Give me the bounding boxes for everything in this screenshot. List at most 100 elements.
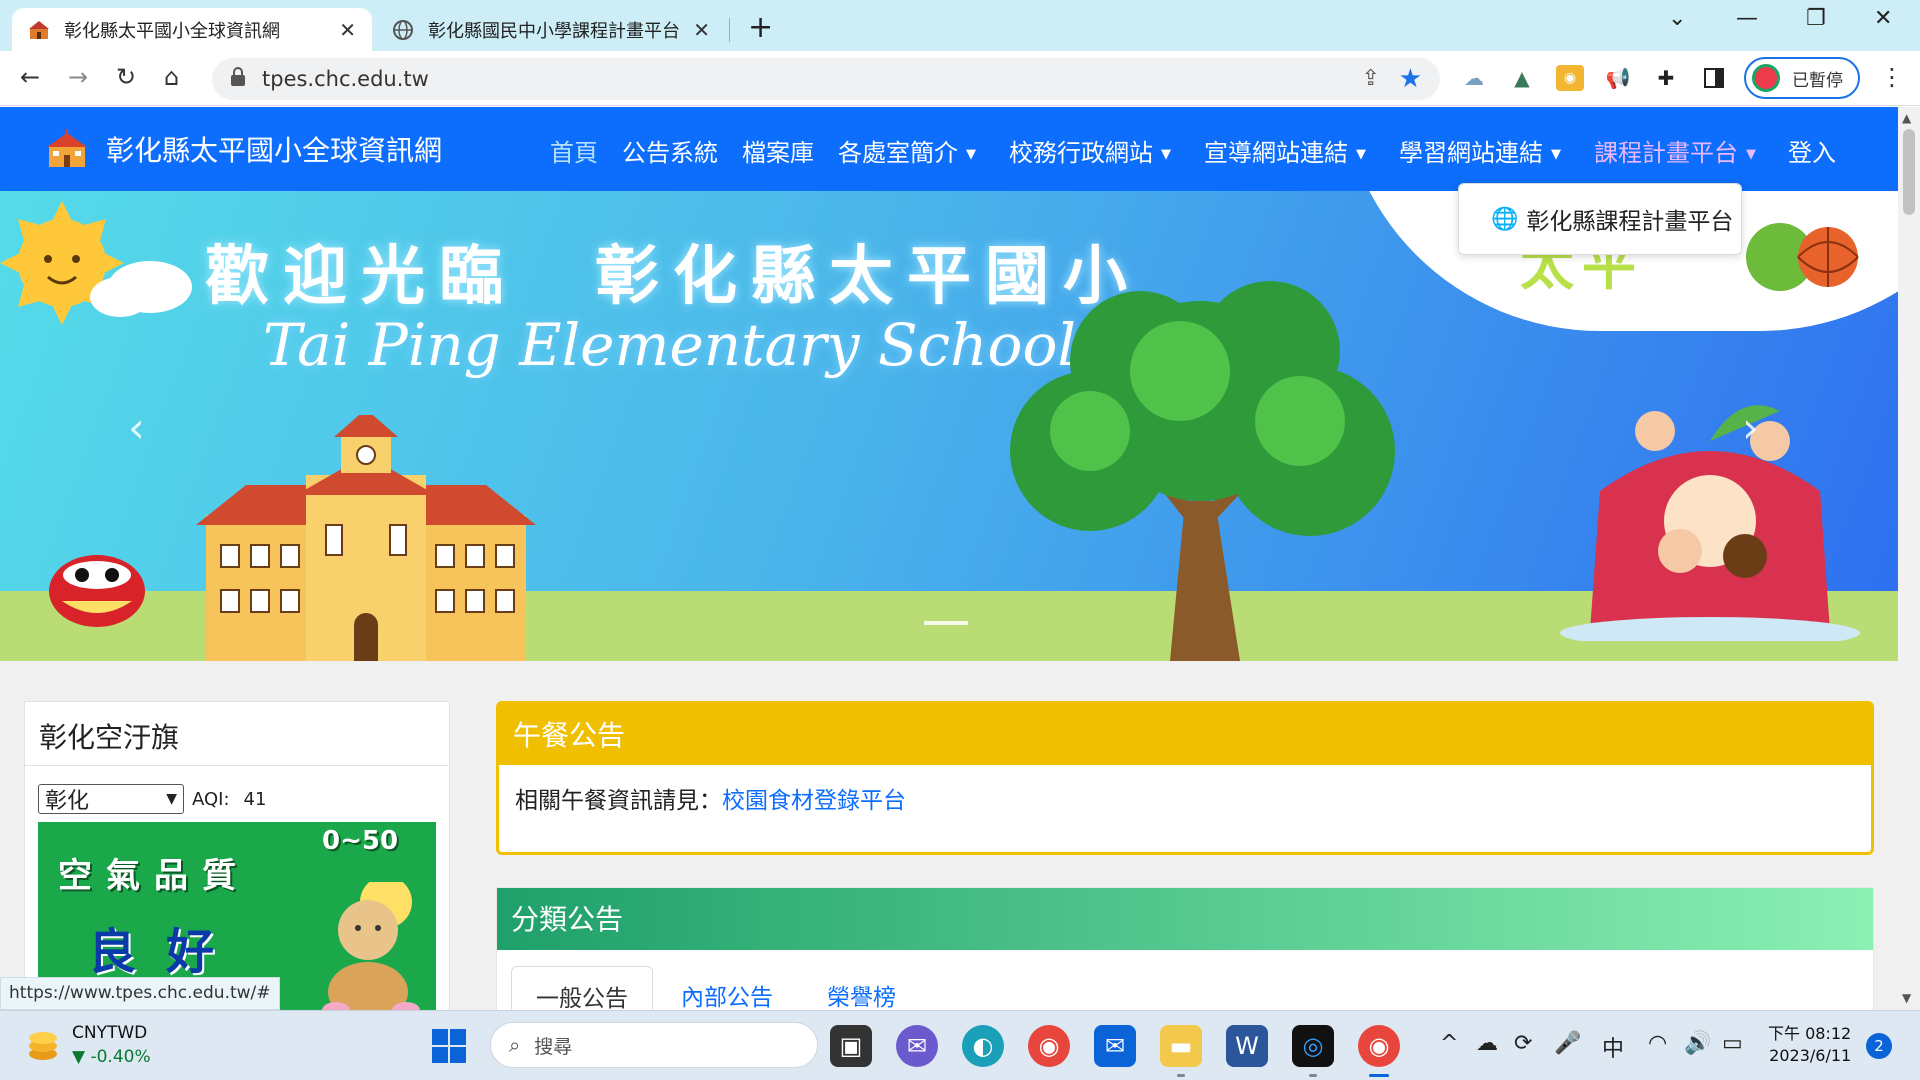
stock-widget[interactable]: CNYTWD ▼ -0.40% — [26, 1023, 151, 1067]
tab-title: 彰化縣國民中小學課程計畫平台 — [428, 20, 680, 42]
webex-app[interactable]: ◎ — [1292, 1025, 1334, 1077]
stock-change-value: -0.40% — [90, 1047, 151, 1067]
carousel-next-icon[interactable]: › — [1742, 403, 1759, 452]
tab-curriculum-platform[interactable]: 彰化縣國民中小學課程計畫平台 ✕ — [376, 8, 726, 51]
address-bar[interactable]: tpes.chc.edu.tw ⇪ ★ — [212, 58, 1440, 100]
stock-change: ▼ -0.40% — [72, 1047, 151, 1067]
chrome-app[interactable]: ◉ — [1028, 1025, 1070, 1067]
kids-apple-house-illustration — [1560, 405, 1860, 641]
nav-admin-sites[interactable]: 校務行政網站 ▼ — [1009, 133, 1171, 168]
nav-announcements[interactable]: 公告系統 — [622, 133, 718, 168]
megaphone-extension-icon[interactable]: 📢 — [1604, 65, 1632, 91]
wifi-icon[interactable]: ◠ — [1648, 1031, 1667, 1056]
aqi-card: 彰化空汙旗 彰化 ▼ AQI: 41 空氣品質 良好 0~50 — [24, 701, 450, 1010]
tree-illustration — [1010, 281, 1395, 661]
system-clock[interactable]: 下午 08:12 2023/6/11 — [1768, 1023, 1851, 1067]
tab-honor-roll[interactable]: 榮譽榜 — [803, 966, 920, 1010]
tray-chevron-up-icon[interactable]: ^ — [1440, 1031, 1458, 1056]
nav-home[interactable]: 首頁 — [550, 133, 598, 168]
carousel-indicator[interactable] — [924, 621, 968, 625]
mail-app[interactable]: ✉ — [1094, 1025, 1136, 1067]
url-text[interactable]: tpes.chc.edu.tw — [262, 67, 429, 91]
food-registry-link[interactable]: 校園食材登錄平台 — [722, 788, 906, 814]
word-app[interactable]: W — [1226, 1025, 1268, 1067]
caret-down-icon: ▼ — [1746, 146, 1756, 162]
windows-logo-icon — [432, 1029, 466, 1063]
tab-internal-announcements[interactable]: 內部公告 — [657, 966, 797, 1010]
aqi-card-title: 彰化空汙旗 — [25, 702, 449, 766]
home-icon[interactable]: ⌂ — [164, 63, 179, 91]
tab-search-chevron-icon[interactable]: ⌄ — [1668, 6, 1686, 31]
restore-icon[interactable]: ❐ — [1806, 6, 1826, 31]
nav-curriculum-platform[interactable]: 課程計畫平台 ▼ — [1594, 133, 1756, 168]
back-arrow-icon[interactable]: ← — [20, 63, 40, 91]
ad-extension-icon[interactable]: ◉ — [1556, 65, 1584, 91]
tab-taiping-school[interactable]: 彰化縣太平國小全球資訊網 ✕ — [12, 8, 372, 51]
input-method-indicator[interactable]: 中 — [1602, 1031, 1624, 1063]
start-button[interactable] — [428, 1025, 470, 1067]
teams-chat-app[interactable]: ✉ — [896, 1025, 938, 1067]
nav-offices-label: 各處室簡介 — [838, 139, 958, 167]
active-indicator — [1369, 1074, 1389, 1077]
side-panel-icon[interactable] — [1700, 65, 1728, 91]
caret-down-icon: ▼ — [1161, 146, 1171, 162]
nav-advocacy-links[interactable]: 宣導網站連結 ▼ — [1204, 133, 1366, 168]
microphone-icon[interactable]: 🎤 — [1554, 1031, 1581, 1056]
city-select[interactable]: 彰化 ▼ — [38, 784, 184, 814]
classified-card-title: 分類公告 — [497, 888, 1873, 950]
stock-symbol: CNYTWD — [72, 1023, 148, 1043]
aqi-row: 彰化 ▼ AQI: 41 — [38, 784, 266, 814]
school-logo-icon — [46, 129, 88, 169]
profile-button[interactable]: 已暫停 — [1744, 57, 1860, 99]
scroll-up-icon[interactable]: ▲ — [1902, 111, 1911, 125]
drive-extension-icon[interactable]: ▲ — [1508, 65, 1536, 91]
onedrive-icon[interactable]: ☁ — [1476, 1031, 1498, 1056]
notification-badge[interactable]: 2 — [1866, 1033, 1892, 1059]
nav-file-library[interactable]: 檔案庫 — [742, 133, 814, 168]
tab-general-announcements[interactable]: 一般公告 — [511, 966, 653, 1010]
cloud-extension-icon[interactable]: ☁ — [1460, 65, 1488, 91]
clock-date: 2023/6/11 — [1769, 1046, 1852, 1065]
running-indicator — [1309, 1074, 1317, 1077]
curriculum-dropdown-item[interactable]: 🌐 彰化縣課程計畫平台 — [1458, 183, 1742, 255]
task-view-app[interactable]: ▣ — [830, 1025, 872, 1067]
running-indicator — [1177, 1074, 1185, 1077]
tab-title: 彰化縣太平國小全球資訊網 — [64, 20, 280, 42]
page-scrollbar[interactable]: ▲ ▼ — [1898, 107, 1920, 1010]
aqi-flag-quality-text: 空氣品質 — [58, 856, 250, 896]
battery-icon[interactable]: ▭ — [1722, 1031, 1743, 1056]
carousel-prev-icon[interactable]: ‹ — [128, 403, 145, 452]
forward-arrow-icon[interactable]: → — [68, 63, 88, 91]
nav-offices[interactable]: 各處室簡介 ▼ — [838, 133, 976, 168]
puzzle-extensions-icon[interactable]: ✚ — [1652, 65, 1680, 91]
new-tab-plus-icon[interactable]: + — [748, 10, 773, 45]
scroll-down-icon[interactable]: ▼ — [1902, 991, 1911, 1005]
globe-icon: 🌐 — [1491, 206, 1519, 232]
aqi-flag-range-text: 0~50 — [322, 826, 399, 856]
classified-announcement-card: 分類公告 一般公告 內部公告 榮譽榜 — [496, 887, 1874, 1010]
lunch-card-body: 相關午餐資訊請見：校園食材登錄平台 — [499, 765, 1871, 831]
nav-login[interactable]: 登入 — [1788, 133, 1836, 168]
minimize-icon[interactable]: — — [1736, 6, 1758, 31]
sync-icon[interactable]: ⟳ — [1514, 1031, 1532, 1056]
caret-down-icon: ▼ — [1551, 146, 1561, 162]
share-icon[interactable]: ⇪ — [1362, 66, 1380, 91]
file-explorer-app[interactable]: ▬ — [1160, 1025, 1202, 1077]
bookmark-star-icon[interactable]: ★ — [1399, 64, 1422, 94]
speaker-icon[interactable]: 🔊 — [1684, 1031, 1711, 1056]
nav-learning-links[interactable]: 學習網站連結 ▼ — [1399, 133, 1561, 168]
chrome-active-app[interactable]: ◉ — [1358, 1025, 1400, 1077]
close-icon[interactable]: ✕ — [339, 18, 356, 42]
word-icon: W — [1235, 1032, 1259, 1060]
webex-icon: ◎ — [1302, 1032, 1324, 1060]
scrollbar-thumb[interactable] — [1903, 129, 1915, 215]
lock-icon[interactable] — [230, 67, 250, 91]
edge-app[interactable]: ◐ — [962, 1025, 1004, 1067]
taskbar-search[interactable]: ⌕ 搜尋 — [490, 1022, 818, 1068]
globe-icon — [392, 19, 414, 41]
kebab-menu-icon[interactable]: ⋮ — [1880, 63, 1904, 91]
site-brand[interactable]: 彰化縣太平國小全球資訊網 — [46, 129, 442, 169]
reload-icon[interactable]: ↻ — [116, 63, 136, 91]
window-close-icon[interactable]: ✕ — [1874, 6, 1892, 31]
close-icon[interactable]: ✕ — [693, 18, 710, 42]
